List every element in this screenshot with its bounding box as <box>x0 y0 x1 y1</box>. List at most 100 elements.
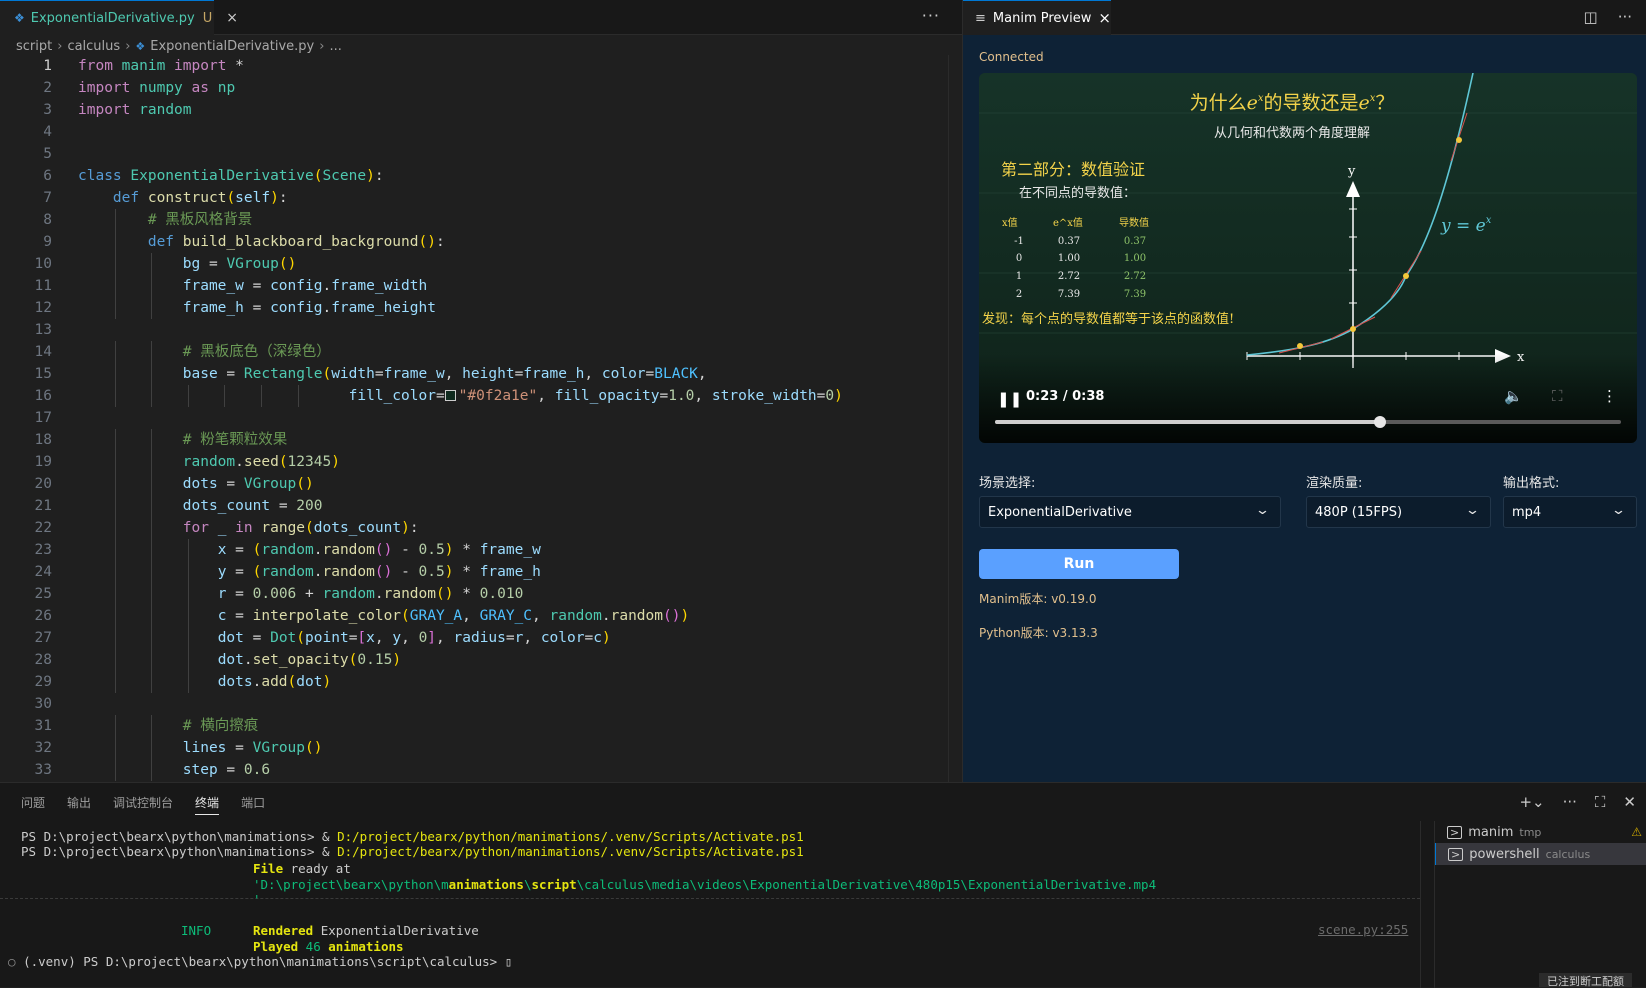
progress-handle[interactable] <box>1373 416 1386 428</box>
tab-ports[interactable]: 端口 <box>241 783 265 821</box>
fullscreen-icon[interactable]: ⛶ <box>1552 387 1563 405</box>
code-line[interactable]: 25 r = 0.006 + random.random() * 0.010 <box>0 583 962 605</box>
line-number: 20 <box>34 476 52 492</box>
code-line[interactable]: 16 fill_color= "#0f2a1e", fill_opacity=1.… <box>0 385 962 407</box>
line-number: 4 <box>43 124 52 140</box>
close-panel-icon[interactable]: ✕ <box>1623 793 1636 811</box>
code-line[interactable]: 9 def build_blackboard_background(): <box>0 231 962 253</box>
code-line[interactable]: 32 lines = VGroup() <box>0 737 962 759</box>
code-line[interactable]: 33 step = 0.6 <box>0 759 962 781</box>
code-line[interactable]: 5 <box>0 143 962 165</box>
scene-select[interactable]: ExponentialDerivative ⌄ <box>979 496 1281 528</box>
preview-pane: ≡ Manim Preview × ◫ ··· Connected 为什么ex的… <box>962 0 1646 782</box>
pause-icon[interactable]: ❚❚ <box>997 390 1022 408</box>
breadcrumb-file[interactable]: ExponentialDerivative.py <box>150 39 314 54</box>
breadcrumb: script › calculus › ❖ ExponentialDerivat… <box>0 35 962 57</box>
code-line[interactable]: 14 # 黑板底色（深绿色） <box>0 341 962 363</box>
terminal-line: 'D:\project\bearx\python\manimations\scr… <box>253 877 1157 892</box>
code-line[interactable]: 26 c = interpolate_color(GRAY_A, GRAY_C,… <box>0 605 962 627</box>
code-line[interactable]: 19 random.seed(12345) <box>0 451 962 473</box>
tab-terminal[interactable]: 终端 <box>195 783 220 821</box>
code-line[interactable]: 23 x = (random.random() - 0.5) * frame_w <box>0 539 962 561</box>
breadcrumb-symbol[interactable]: ... <box>329 39 341 54</box>
run-button[interactable]: Run <box>979 549 1179 579</box>
table-header: e^x值 <box>1053 216 1083 229</box>
code-line[interactable]: 10 bg = VGroup() <box>0 253 962 275</box>
code-line[interactable]: 7 def construct(self): <box>0 187 962 209</box>
code-line[interactable]: 30 <box>0 693 962 715</box>
code-line[interactable]: 21 dots_count = 200 <box>0 495 962 517</box>
terminal-output[interactable]: PS D:\project\bearx\python\manimations> … <box>0 821 1420 988</box>
code-text: x = (random.random() - 0.5) * frame_w <box>217 542 541 558</box>
code-line[interactable]: 1 from manim import * <box>0 55 962 77</box>
more-actions-icon[interactable]: ··· <box>922 6 940 25</box>
code-line[interactable]: 27 dot = Dot(point=[x, y, 0], radius=r, … <box>0 627 962 649</box>
video-progress-bar[interactable] <box>995 416 1621 428</box>
tab-problems[interactable]: 问题 <box>21 783 45 821</box>
code-line[interactable]: 11 frame_w = config.frame_width <box>0 275 962 297</box>
line-number: 12 <box>34 300 52 316</box>
code-line[interactable]: 31 # 横向擦痕 <box>0 715 962 737</box>
source-link[interactable]: scene.py:255 <box>1318 922 1408 938</box>
format-select[interactable]: mp4 ⌄ <box>1503 496 1637 528</box>
code-text: dot = Dot(point=[x, y, 0], radius=r, col… <box>217 630 611 646</box>
code-text: frame_h = config.frame_height <box>182 300 436 316</box>
quality-select-value: 480P (15FPS) <box>1315 504 1403 520</box>
volume-icon[interactable]: 🔈 <box>1504 387 1523 405</box>
tab-exponential-derivative[interactable]: ❖ ExponentialDerivative.py U × <box>0 0 238 35</box>
code-line[interactable]: 3 import random <box>0 99 962 121</box>
terminal-line: PS D:\project\bearx\python\manimations> … <box>21 829 804 844</box>
split-editor-icon[interactable]: ◫ <box>1584 8 1598 26</box>
code-line[interactable]: 8 # 黑板风格背景 <box>0 209 962 231</box>
terminal-scrollbar[interactable] <box>1420 821 1434 988</box>
code-text: # 黑板底色（深绿色） <box>182 344 331 360</box>
terminal-item-powershell[interactable]: > powershell calculus <box>1435 843 1646 865</box>
section-subheading: 在不同点的导数值： <box>1019 185 1136 201</box>
code-text: # 横向擦痕 <box>182 718 259 734</box>
tab-manim-preview[interactable]: ≡ Manim Preview × <box>963 0 1111 35</box>
code-line[interactable]: 15 base = Rectangle(width=frame_w, heigh… <box>0 363 962 385</box>
terminal-item-manim[interactable]: > manim tmp ⚠ <box>1435 821 1646 843</box>
code-line[interactable]: 2 import numpy as np <box>0 77 962 99</box>
video-player[interactable]: 为什么ex的导数还是ex？ 从几何和代数两个角度理解 第二部分：数值验证 在不同… <box>979 73 1637 443</box>
line-number: 30 <box>34 696 52 712</box>
code-line[interactable]: 29 dots.add(dot) <box>0 671 962 693</box>
tab-filename: ExponentialDerivative.py <box>30 10 195 26</box>
more-actions-icon[interactable]: ··· <box>1618 8 1632 26</box>
connection-status: Connected <box>979 50 1044 64</box>
breadcrumb-calculus[interactable]: calculus <box>67 39 120 54</box>
tab-debug-console[interactable]: 调试控制台 <box>113 783 173 821</box>
line-number: 25 <box>34 586 52 602</box>
close-tab-icon[interactable]: × <box>1098 9 1111 27</box>
finding-text: 发现：每个点的导数值都等于该点的函数值! <box>982 311 1234 327</box>
more-actions-icon[interactable]: ··· <box>1563 793 1577 811</box>
warning-icon: ⚠ <box>1631 825 1642 839</box>
editor-scrollbar[interactable] <box>948 55 962 782</box>
code-line[interactable]: 28 dot.set_opacity(0.15) <box>0 649 962 671</box>
more-vertical-icon[interactable]: ⋮ <box>1602 387 1617 405</box>
code-line[interactable]: 4 <box>0 121 962 143</box>
code-line[interactable]: 13 <box>0 319 962 341</box>
code-area[interactable]: 1 from manim import * 2 import numpy as np 3… <box>0 55 962 782</box>
code-text: y = (random.random() - 0.5) * frame_h <box>217 564 541 580</box>
code-text: bg = VGroup() <box>182 256 297 272</box>
code-line[interactable]: 18 # 粉笔颗粒效果 <box>0 429 962 451</box>
new-terminal-icon[interactable]: +⌄ <box>1519 793 1544 811</box>
code-line[interactable]: 12 frame_h = config.frame_height <box>0 297 962 319</box>
quality-select[interactable]: 480P (15FPS) ⌄ <box>1306 496 1491 528</box>
terminal-list: > manim tmp ⚠ > powershell calculus <box>1434 821 1646 988</box>
terminal-icon: > <box>1447 825 1463 839</box>
line-number: 8 <box>43 212 52 228</box>
code-line[interactable]: 6 class ExponentialDerivative(Scene): <box>0 165 962 187</box>
code-text: dots_count = 200 <box>182 498 323 514</box>
tab-output[interactable]: 输出 <box>67 783 91 821</box>
code-text: # 粉笔颗粒效果 <box>182 432 288 448</box>
breadcrumb-script[interactable]: script <box>16 39 52 54</box>
code-line[interactable]: 24 y = (random.random() - 0.5) * frame_h <box>0 561 962 583</box>
line-number: 16 <box>34 388 52 404</box>
code-line[interactable]: 22 for _ in range(dots_count): <box>0 517 962 539</box>
code-line[interactable]: 17 <box>0 407 962 429</box>
maximize-panel-icon[interactable]: ⛶ <box>1595 793 1606 811</box>
close-tab-icon[interactable]: × <box>226 10 238 26</box>
code-line[interactable]: 20 dots = VGroup() <box>0 473 962 495</box>
